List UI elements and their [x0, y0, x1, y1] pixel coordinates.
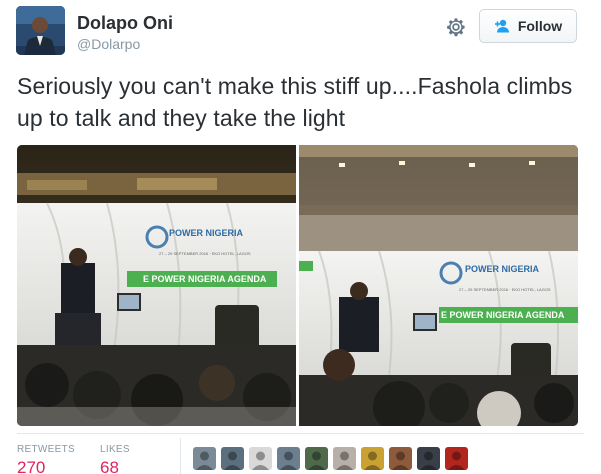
likes-count: 68 [100, 458, 119, 474]
stats-separator [180, 438, 181, 474]
avatar[interactable] [16, 6, 65, 55]
photo-1[interactable]: POWER NIGERIA 27 – 29 SEPTEMBER 2016 · E… [17, 145, 296, 426]
liker-avatar[interactable] [333, 447, 356, 470]
liker-avatar[interactable] [305, 447, 328, 470]
author-name[interactable]: Dolapo Oni [77, 13, 173, 34]
photo-2[interactable]: POWER NIGERIA 27 – 29 SEPTEMBER 2016 · E… [299, 145, 578, 426]
author-handle[interactable]: @Dolarpo [77, 36, 140, 52]
likes-stat[interactable]: LIKES 68 [100, 444, 130, 474]
retweets-label: RETWEETS [17, 444, 75, 455]
liker-avatar[interactable] [193, 447, 216, 470]
liker-avatar[interactable] [417, 447, 440, 470]
banner-date: 27 – 29 SEPTEMBER 2016 · EKO HOTEL, LAGO… [159, 251, 251, 256]
likes-label: LIKES [100, 444, 130, 455]
tweet-card: Dolapo Oni @Dolarpo Follow Seriously you… [0, 0, 601, 474]
retweets-stat[interactable]: RETWEETS 270 [17, 444, 75, 474]
banner-agenda: E POWER NIGERIA AGENDA [441, 310, 565, 320]
liker-avatar[interactable] [277, 447, 300, 470]
banner-date: 27 – 29 SEPTEMBER 2016 · EKO HOTEL, LAGO… [459, 287, 551, 292]
add-person-icon [494, 19, 512, 33]
liker-avatar[interactable] [221, 447, 244, 470]
liker-avatar[interactable] [445, 447, 468, 470]
liker-avatar[interactable] [249, 447, 272, 470]
tweet-text: Seriously you can't make this stiff up..… [17, 73, 573, 131]
retweets-count: 270 [17, 458, 46, 474]
liker-avatar[interactable] [389, 447, 412, 470]
banner-title: POWER NIGERIA [169, 228, 244, 238]
liker-avatars [193, 447, 468, 470]
follow-button[interactable]: Follow [479, 9, 577, 43]
banner-title: POWER NIGERIA [465, 264, 540, 274]
follow-label: Follow [517, 18, 563, 34]
gear-icon[interactable] [444, 15, 468, 39]
stats-divider [17, 433, 584, 434]
liker-avatar[interactable] [361, 447, 384, 470]
banner-agenda: E POWER NIGERIA AGENDA [143, 274, 267, 284]
photo-grid: POWER NIGERIA 27 – 29 SEPTEMBER 2016 · E… [17, 145, 578, 426]
